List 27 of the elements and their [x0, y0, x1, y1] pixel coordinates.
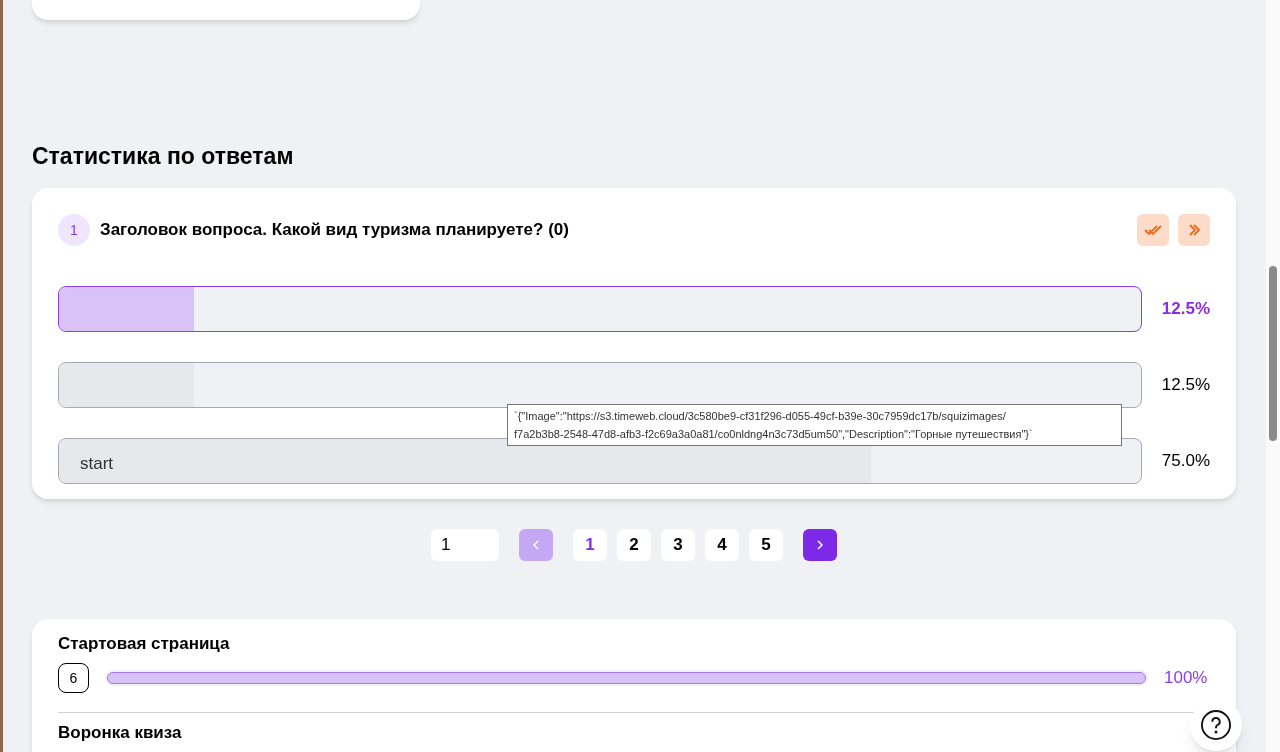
- section-title: Статистика по ответам: [32, 142, 295, 170]
- page-button[interactable]: 3: [661, 529, 695, 561]
- double-check-icon: [1144, 224, 1162, 236]
- progress-percent: 100%: [1164, 667, 1209, 690]
- funnel-step-title: Воронка квиза: [58, 723, 183, 743]
- double-chevron-right-icon: [1188, 224, 1200, 236]
- answer-percent: 12.5%: [1160, 374, 1210, 397]
- question-number: 1: [58, 214, 90, 246]
- help-icon: [1201, 710, 1231, 740]
- page-button[interactable]: 1: [573, 529, 607, 561]
- page-button[interactable]: 2: [617, 529, 651, 561]
- page-button[interactable]: 4: [705, 529, 739, 561]
- chevron-left-icon: [533, 540, 539, 550]
- answer-percent: 12.5%: [1160, 298, 1210, 321]
- chevron-right-icon: [817, 540, 823, 550]
- funnel-step-title: Стартовая страница: [58, 633, 231, 655]
- scrollbar-thumb[interactable]: [1269, 266, 1277, 441]
- mark-all-button[interactable]: [1137, 214, 1169, 246]
- next-page-button[interactable]: [803, 529, 837, 561]
- answer-percent: 75.0%: [1160, 450, 1210, 473]
- page-input[interactable]: 1: [431, 529, 499, 561]
- answer-label: start: [80, 453, 114, 475]
- skip-button[interactable]: [1178, 214, 1210, 246]
- question-title: Заголовок вопроса. Какой вид туризма планируете? (0): [100, 219, 569, 242]
- page-button[interactable]: 5: [749, 529, 783, 561]
- tooltip: `{"Image":"https://s3.timeweb.cloud/3c580be9-cf31f296-d055-49cf-b39e-30c7959dc17b/squizimages/ f7a2b3b8-2548-47d8-afb3-f2c69a3a0a81/co0nldng4n3c73d5um50","Description":"Горные путешествия"}`: [507, 404, 1122, 446]
- count-badge: 6: [58, 663, 89, 693]
